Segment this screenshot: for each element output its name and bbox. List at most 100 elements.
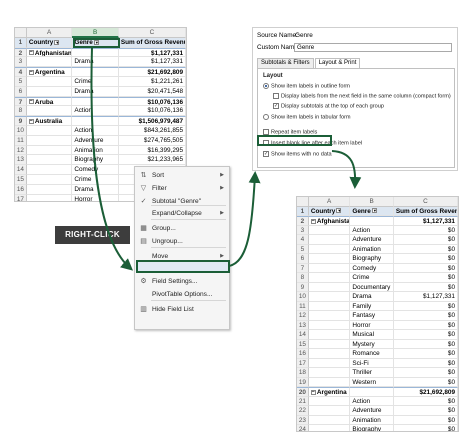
revenue-cell[interactable]: $0: [393, 235, 458, 245]
corner-cell[interactable]: [297, 197, 309, 207]
row-number[interactable]: 8: [297, 273, 309, 283]
collapse-icon[interactable]: −: [310, 389, 316, 395]
revenue-cell[interactable]: $0: [393, 282, 458, 292]
genre-header-cell[interactable]: Genre ▼: [350, 206, 394, 216]
row-number[interactable]: 23: [297, 415, 309, 425]
genre-cell[interactable]: Drama: [350, 292, 394, 302]
revenue-cell[interactable]: $10,076,136: [118, 106, 186, 117]
country-cell[interactable]: [308, 225, 351, 235]
row-number[interactable]: 16: [15, 184, 27, 195]
menu-item-group[interactable]: ▦ Group...: [135, 222, 229, 235]
genre-cell[interactable]: Thriller: [350, 368, 394, 378]
custom-name-input[interactable]: Genre: [294, 43, 452, 52]
revenue-cell[interactable]: $0: [393, 396, 458, 406]
country-header-cell[interactable]: Country ▼: [308, 206, 351, 216]
country-cell[interactable]: − Afghanistan: [308, 216, 351, 226]
subtotals-top-option[interactable]: ✓ Display subtotals at the top of each gr…: [273, 103, 384, 109]
row-number[interactable]: 16: [297, 349, 309, 359]
country-cell[interactable]: [308, 358, 351, 368]
collapse-icon[interactable]: −: [28, 70, 34, 75]
row-number[interactable]: 10: [297, 292, 309, 302]
country-cell[interactable]: [308, 377, 351, 387]
dropdown-icon[interactable]: ▼: [336, 208, 342, 214]
row-number[interactable]: 3: [15, 57, 27, 68]
revenue-cell[interactable]: $0: [393, 320, 458, 330]
row-number[interactable]: 13: [15, 155, 27, 166]
genre-cell[interactable]: Adventure: [72, 135, 119, 146]
row-number[interactable]: 10: [15, 126, 27, 136]
radio-icon[interactable]: [263, 114, 269, 120]
row-number[interactable]: 21: [297, 396, 309, 406]
column-header-a[interactable]: A: [26, 28, 73, 38]
genre-cell[interactable]: Comedy: [72, 165, 119, 175]
revenue-cell[interactable]: $0: [393, 358, 458, 368]
dropdown-icon[interactable]: ▼: [371, 208, 377, 214]
genre-cell[interactable]: Family: [350, 301, 394, 311]
row-number[interactable]: 2: [297, 216, 309, 226]
revenue-cell[interactable]: $1,127,331: [118, 57, 186, 68]
country-cell[interactable]: − Argentina: [308, 387, 351, 397]
revenue-cell[interactable]: $0: [393, 368, 458, 378]
row-number[interactable]: 14: [15, 165, 27, 175]
genre-cell[interactable]: Action: [350, 396, 394, 406]
collapse-icon[interactable]: −: [28, 50, 34, 56]
country-cell[interactable]: [308, 282, 351, 292]
row-number[interactable]: 17: [297, 358, 309, 368]
country-cell[interactable]: [308, 339, 351, 349]
revenue-header-cell[interactable]: Sum of Gross Revenue: [393, 206, 458, 216]
country-cell[interactable]: [308, 330, 351, 340]
genre-cell[interactable]: [72, 47, 119, 58]
tab-subtotals-filters[interactable]: Subtotals & Filters: [257, 58, 314, 68]
revenue-cell[interactable]: $0: [393, 377, 458, 387]
revenue-cell[interactable]: $21,692,809: [393, 387, 458, 397]
row-number[interactable]: 20: [297, 387, 309, 397]
checkbox-icon[interactable]: [273, 93, 279, 99]
country-cell[interactable]: [26, 165, 73, 175]
country-cell[interactable]: [26, 126, 73, 136]
outline-form-option[interactable]: Show item labels in outline form: [263, 83, 350, 89]
revenue-cell[interactable]: $0: [393, 339, 458, 349]
country-cell[interactable]: [308, 301, 351, 311]
country-cell[interactable]: − Aruba: [26, 96, 73, 107]
revenue-cell[interactable]: $0: [393, 301, 458, 311]
country-cell[interactable]: − Afghanistan: [26, 47, 73, 58]
revenue-cell[interactable]: $16,399,295: [118, 145, 186, 156]
genre-cell[interactable]: Documentary: [350, 282, 394, 292]
row-number[interactable]: 5: [297, 244, 309, 254]
revenue-cell[interactable]: $0: [393, 311, 458, 321]
revenue-cell[interactable]: $0: [393, 273, 458, 283]
menu-item-filter[interactable]: ▽ Filter ▶: [135, 182, 229, 195]
genre-cell[interactable]: Animation: [350, 244, 394, 254]
revenue-cell[interactable]: $10,076,136: [118, 96, 186, 107]
country-cell[interactable]: [308, 235, 351, 245]
genre-cell[interactable]: Horror: [350, 320, 394, 330]
revenue-cell[interactable]: $0: [394, 425, 458, 431]
collapse-icon[interactable]: −: [28, 99, 34, 105]
row-number[interactable]: 14: [297, 330, 309, 340]
genre-cell[interactable]: Action: [72, 126, 119, 136]
genre-cell[interactable]: Sci-Fi: [350, 358, 394, 368]
row-number[interactable]: 12: [297, 311, 309, 321]
genre-cell[interactable]: Mystery: [350, 339, 394, 349]
revenue-cell[interactable]: $1,127,331: [393, 292, 458, 302]
country-cell[interactable]: [26, 106, 73, 117]
genre-cell[interactable]: Drama: [72, 86, 119, 97]
row-number[interactable]: 3: [297, 225, 309, 235]
country-cell[interactable]: [27, 194, 73, 201]
country-cell[interactable]: [26, 175, 73, 185]
row-number[interactable]: 19: [297, 377, 309, 387]
revenue-cell[interactable]: $0: [393, 415, 458, 425]
row-number[interactable]: 7: [15, 96, 27, 107]
country-cell[interactable]: − Australia: [26, 116, 73, 126]
genre-cell[interactable]: [72, 67, 119, 77]
show-no-data-option[interactable]: ✓ Show items with no data: [263, 151, 332, 157]
row-number[interactable]: 9: [297, 282, 309, 292]
country-cell[interactable]: [308, 415, 351, 425]
country-cell[interactable]: [308, 273, 351, 283]
row-number[interactable]: 1: [297, 206, 309, 216]
country-cell[interactable]: [26, 135, 73, 146]
genre-cell[interactable]: Horror: [72, 194, 119, 201]
genre-cell[interactable]: Animation: [350, 415, 394, 425]
row-number[interactable]: 13: [297, 320, 309, 330]
country-cell[interactable]: [308, 320, 351, 330]
